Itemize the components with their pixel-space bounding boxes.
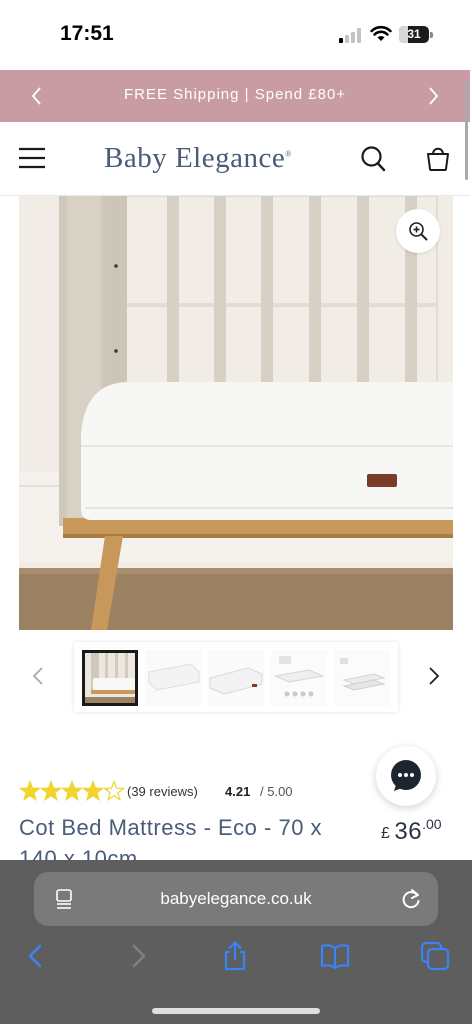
thumbnail-prev-icon[interactable]	[28, 664, 48, 688]
site-logo[interactable]: Baby Elegance®	[104, 142, 292, 175]
star-icon	[83, 781, 103, 800]
hamburger-menu-icon[interactable]	[18, 146, 46, 170]
thumbnail-image	[145, 650, 201, 706]
site-header: Baby Elegance®	[0, 122, 470, 196]
product-price: £ 36.00	[381, 816, 442, 846]
thumbnail-5[interactable]	[334, 650, 390, 706]
rating-stars	[19, 780, 125, 801]
star-icon	[62, 781, 82, 800]
share-icon[interactable]	[219, 940, 251, 972]
page-scrollbar[interactable]	[465, 80, 468, 180]
status-bar: 17:51 31	[0, 0, 472, 70]
thumbnail-1[interactable]	[82, 650, 138, 706]
price-currency: £	[381, 825, 390, 842]
forward-icon[interactable]	[122, 940, 154, 972]
search-icon[interactable]	[360, 145, 386, 173]
back-icon[interactable]	[20, 940, 52, 972]
promo-text[interactable]: FREE Shipping | Spend £80+	[0, 86, 470, 103]
thumbnail-2[interactable]	[145, 650, 201, 706]
thumbnail-next-icon[interactable]	[424, 664, 444, 688]
battery-icon: 31	[399, 24, 433, 44]
address-bar[interactable]: babyelegance.co.uk	[34, 872, 438, 926]
cot-bed-mattress-photo	[19, 196, 453, 630]
chat-bubble-icon	[391, 760, 421, 791]
battery-cap	[430, 32, 433, 38]
thumbnail-strip	[74, 642, 398, 712]
battery-level: 31	[407, 27, 421, 41]
logo-registered-mark: ®	[285, 149, 292, 159]
tabs-icon[interactable]	[419, 940, 451, 972]
cellular-signal-icon	[339, 28, 361, 43]
browser-toolbar: babyelegance.co.uk	[0, 860, 472, 1024]
chat-button[interactable]	[376, 746, 436, 806]
battery-body: 31	[399, 26, 429, 43]
thumbnail-4[interactable]	[271, 650, 327, 706]
reviews-count-link[interactable]: (39 reviews)	[127, 784, 198, 799]
wifi-icon	[370, 25, 392, 41]
home-indicator	[152, 1008, 320, 1014]
product-title: Cot Bed Mattress - Eco - 70 x 140 x 10cm	[19, 815, 323, 862]
promo-bar: FREE Shipping | Spend £80+	[0, 70, 470, 122]
price-cents: .00	[422, 816, 442, 832]
product-main-image[interactable]	[19, 196, 453, 630]
zoom-in-icon	[409, 222, 428, 241]
thumbnail-image	[85, 653, 135, 703]
rating-score: 4.21	[225, 784, 251, 799]
logo-text: Baby Elegance	[104, 142, 286, 174]
bookmarks-icon[interactable]	[319, 940, 351, 972]
reload-icon[interactable]	[400, 887, 422, 911]
price-main: 36	[394, 818, 423, 845]
promo-next-icon[interactable]	[422, 84, 444, 108]
product-rating[interactable]: (39 reviews) 4.21 / 5.00	[19, 780, 339, 804]
star-icon	[20, 781, 40, 800]
thumbnail-image	[208, 650, 264, 706]
shopping-bag-icon[interactable]	[425, 143, 451, 173]
url-text[interactable]: babyelegance.co.uk	[34, 889, 438, 909]
rating-max: / 5.00	[260, 784, 293, 799]
star-icon	[41, 781, 61, 800]
thumbnail-image	[271, 650, 327, 706]
zoom-button[interactable]	[396, 209, 440, 253]
thumbnail-3[interactable]	[208, 650, 264, 706]
thumbnail-image	[334, 650, 390, 706]
status-time: 17:51	[60, 22, 114, 45]
